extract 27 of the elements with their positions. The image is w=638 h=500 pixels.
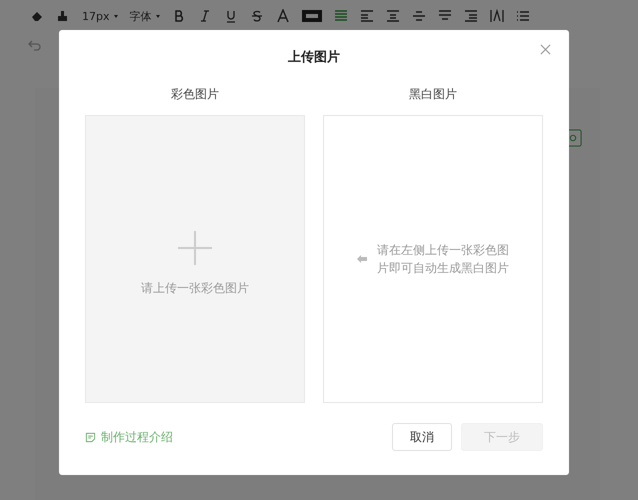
letter-spacing-icon[interactable] (490, 9, 504, 23)
panel-label: 彩色图片 (171, 86, 219, 103)
cancel-button[interactable]: 取消 (392, 423, 452, 451)
arrow-left-icon (357, 255, 367, 263)
help-link-text[interactable]: 制作过程介绍 (101, 428, 173, 446)
document-icon (85, 432, 96, 442)
upload-area[interactable]: 请上传一张彩色图片 (85, 115, 305, 403)
dialog-title: 上传图片 (287, 49, 341, 66)
font-family-dropdown[interactable]: 字体 (130, 8, 160, 24)
panel-label: 黑白图片 (409, 86, 457, 103)
line-spacing-icon[interactable] (412, 9, 426, 23)
align-center-icon[interactable] (386, 9, 400, 23)
highlight-icon[interactable] (302, 9, 322, 23)
help-link[interactable]: 制作过程介绍 (85, 428, 173, 446)
strikethrough-icon[interactable] (250, 9, 264, 23)
font-size-dropdown[interactable]: 17px (82, 10, 118, 22)
caret-icon (156, 14, 160, 18)
plus-icon (178, 231, 212, 265)
upload-hint: 请上传一张彩色图片 (141, 280, 249, 297)
preview-hint: 请在左侧上传一张彩色图片即可自动生成黑白图片 (377, 242, 509, 277)
indent-icon[interactable] (464, 9, 478, 23)
caret-icon (114, 14, 118, 18)
align-justify-icon[interactable] (334, 9, 348, 23)
list-icon[interactable] (516, 9, 530, 23)
align-left-icon[interactable] (360, 9, 374, 23)
close-icon[interactable] (540, 44, 551, 55)
text-color-icon[interactable] (276, 9, 290, 23)
